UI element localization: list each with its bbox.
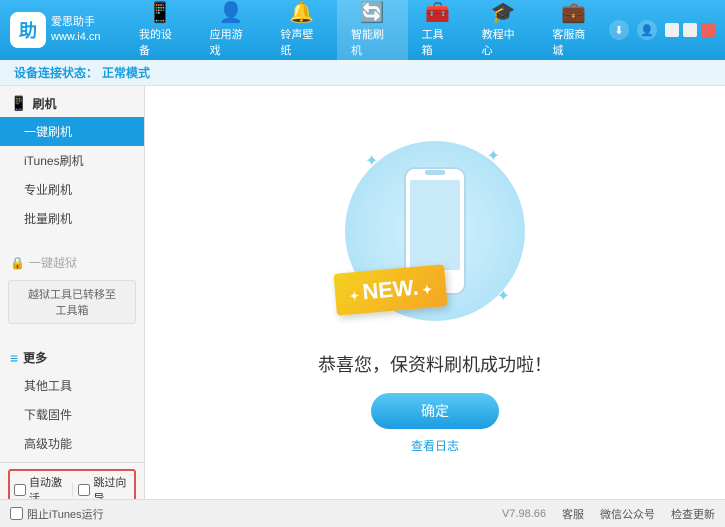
success-text: 恭喜您，保资料刷机成功啦！ xyxy=(318,351,552,377)
confirm-button[interactable]: 确定 xyxy=(371,393,499,429)
device-section: 自动激活 跳过向导 📱 iPhone 15 Pro Max 512GB iPho… xyxy=(0,462,144,499)
sidebar-section-more: ≡ 更多 其他工具 下载固件 高级功能 xyxy=(0,340,144,462)
sidebar-section-header-flash: 📱 刷机 xyxy=(0,90,144,117)
sidebar: 📱 刷机 一键刷机 iTunes刷机 专业刷机 批量刷机 🔒 一键越狱 越狱工具… xyxy=(0,86,145,499)
footer-left: 阻止iTunes运行 xyxy=(10,506,104,522)
skip-guide-input[interactable] xyxy=(78,484,90,496)
main-content: ✦ ✦ ✦ NEW. 恭喜您，保资料刷机成功啦！ 确定 查看日志 xyxy=(145,86,725,499)
device-icon: 📱 xyxy=(148,3,173,23)
tutorial-icon: 🎓 xyxy=(491,3,516,23)
log-link[interactable]: 查看日志 xyxy=(411,437,459,454)
sidebar-item-advanced[interactable]: 高级功能 xyxy=(0,429,144,458)
footer-right: V7.98.66 客服 微信公众号 检查更新 xyxy=(502,506,715,522)
sidebar-section-header-more: ≡ 更多 xyxy=(0,344,144,371)
sidebar-item-download-fw[interactable]: 下载固件 xyxy=(0,400,144,429)
footer-link-update[interactable]: 检查更新 xyxy=(671,506,715,522)
window-controls xyxy=(665,23,715,37)
flash-section-icon: 📱 xyxy=(10,95,27,112)
nav-smart-flash[interactable]: 🔄 智能刷机 xyxy=(337,0,408,64)
footer: 阻止iTunes运行 V7.98.66 客服 微信公众号 检查更新 xyxy=(0,499,725,527)
tools-icon: 🧰 xyxy=(425,3,450,23)
logo-text: 爱思助手 www.i4.cn xyxy=(51,15,101,46)
maximize-button[interactable] xyxy=(683,23,697,37)
main-layout: 📱 刷机 一键刷机 iTunes刷机 专业刷机 批量刷机 🔒 一键越狱 越狱工具… xyxy=(0,86,725,499)
sidebar-item-batch-flash[interactable]: 批量刷机 xyxy=(0,204,144,233)
ringtone-icon: 🔔 xyxy=(289,3,314,23)
nav-my-device[interactable]: 📱 我的设备 xyxy=(125,0,196,64)
download-button[interactable]: ⬇ xyxy=(609,20,629,40)
version: V7.98.66 xyxy=(502,508,546,520)
logo: 助 爱思助手 www.i4.cn xyxy=(10,12,110,48)
footer-link-wechat[interactable]: 微信公众号 xyxy=(600,506,655,522)
nav-service[interactable]: 💼 客服商城 xyxy=(538,0,609,64)
lock-icon: 🔒 xyxy=(10,256,25,270)
apps-icon: 👤 xyxy=(219,3,244,23)
header-controls: ⬇ 👤 xyxy=(609,20,715,40)
header: 助 爱思助手 www.i4.cn 📱 我的设备 👤 应用游戏 🔔 铃声壁纸 🔄 … xyxy=(0,0,725,60)
account-button[interactable]: 👤 xyxy=(637,20,657,40)
sidebar-section-jailbreak: 🔒 一键越狱 越狱工具已转移至工具箱 xyxy=(0,245,144,332)
footer-link-service[interactable]: 客服 xyxy=(562,506,584,522)
star-3: ✦ xyxy=(497,286,510,306)
auto-activate-checkbox[interactable]: 自动激活 xyxy=(14,474,66,499)
logo-icon: 助 xyxy=(10,12,46,48)
minimize-button[interactable] xyxy=(665,23,679,37)
star-1: ✦ xyxy=(365,151,378,171)
auto-activate-input[interactable] xyxy=(14,484,26,496)
device-checkbox-row: 自动激活 跳过向导 xyxy=(8,469,136,499)
smart-flash-icon: 🔄 xyxy=(360,3,385,23)
nav-bar: 📱 我的设备 👤 应用游戏 🔔 铃声壁纸 🔄 智能刷机 🧰 工具箱 🎓 教程中心… xyxy=(125,0,609,64)
service-icon: 💼 xyxy=(561,3,586,23)
skip-guide-checkbox[interactable]: 跳过向导 xyxy=(78,474,130,499)
nav-apps-games[interactable]: 👤 应用游戏 xyxy=(196,0,267,64)
close-button[interactable] xyxy=(701,23,715,37)
sidebar-item-pro-flash[interactable]: 专业刷机 xyxy=(0,175,144,204)
more-section-icon: ≡ xyxy=(10,350,18,366)
checkbox-separator xyxy=(72,483,73,497)
block-itunes-checkbox[interactable] xyxy=(10,507,23,520)
sidebar-item-other-tools[interactable]: 其他工具 xyxy=(0,371,144,400)
star-2: ✦ xyxy=(487,146,500,166)
sidebar-jailbreak-notice: 越狱工具已转移至工具箱 xyxy=(8,280,136,324)
nav-ringtones[interactable]: 🔔 铃声壁纸 xyxy=(266,0,337,64)
status-bar: 设备连接状态： 正常模式 xyxy=(0,60,725,86)
sidebar-item-one-key-flash[interactable]: 一键刷机 xyxy=(0,117,144,146)
phone-illustration: ✦ ✦ ✦ NEW. xyxy=(325,131,545,331)
nav-tutorial[interactable]: 🎓 教程中心 xyxy=(468,0,539,64)
nav-tools[interactable]: 🧰 工具箱 xyxy=(408,0,468,64)
sidebar-jailbreak-header: 🔒 一键越狱 xyxy=(0,249,144,276)
sidebar-item-itunes-flash[interactable]: iTunes刷机 xyxy=(0,146,144,175)
sidebar-section-flash: 📱 刷机 一键刷机 iTunes刷机 专业刷机 批量刷机 xyxy=(0,86,144,237)
